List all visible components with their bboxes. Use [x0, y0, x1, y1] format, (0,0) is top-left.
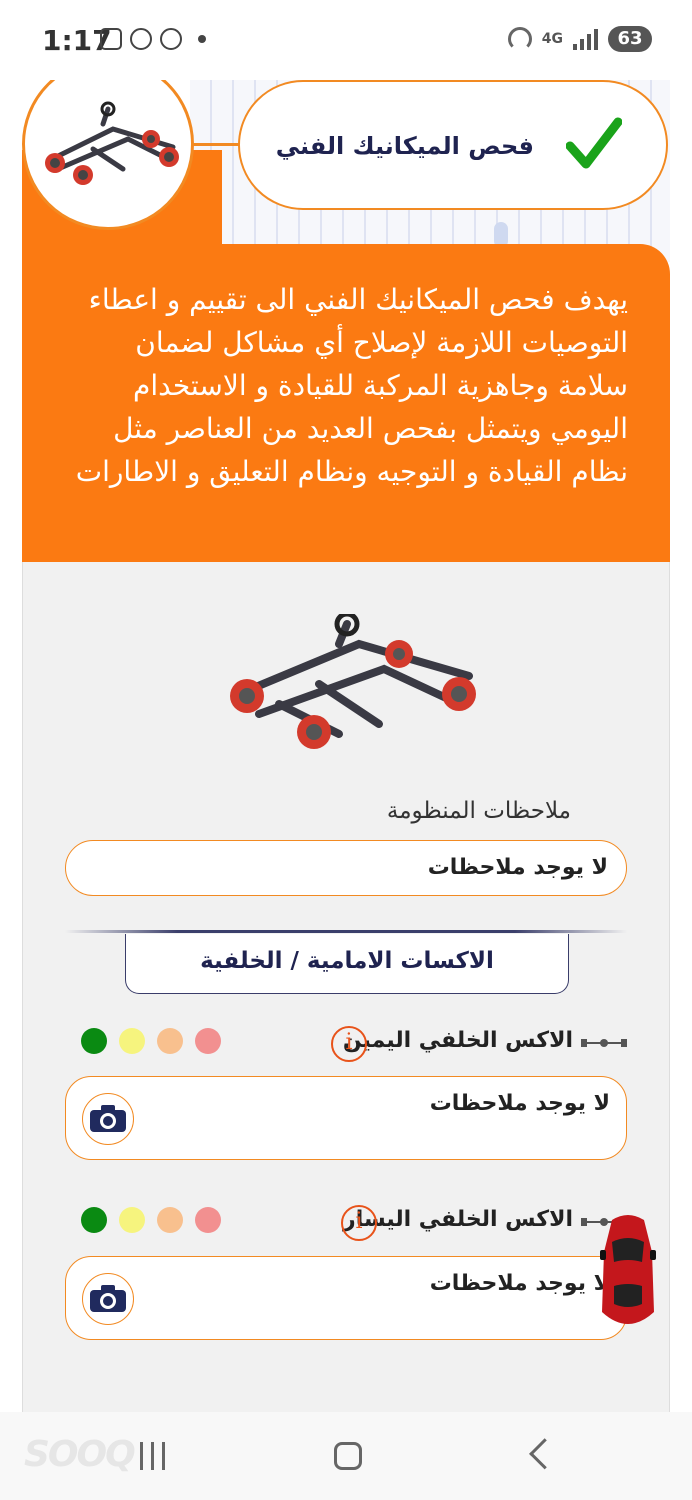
viber-icon	[160, 28, 182, 50]
content-panel: ملاحظات المنظومة لا يوجد ملاحظات الاكسات…	[22, 562, 670, 1422]
info-icon[interactable]: i	[331, 1026, 367, 1062]
item-note-value: لا يوجد ملاحظات	[429, 1091, 610, 1116]
back-button[interactable]	[529, 1438, 561, 1470]
status-green-dot[interactable]	[81, 1207, 107, 1233]
chassis-icon	[45, 101, 179, 185]
item-label: الاكس الخلفي اليمين	[342, 1028, 573, 1053]
car-floating-icon[interactable]	[598, 1212, 658, 1332]
hotspot-icon	[507, 27, 532, 51]
signal-icon	[573, 28, 598, 50]
item-note-value: لا يوجد ملاحظات	[429, 1271, 610, 1296]
checkmark-icon	[566, 117, 622, 169]
more-notifications-icon	[198, 35, 206, 43]
system-notes-label: ملاحظات المنظومة	[386, 798, 571, 824]
header-connector	[190, 143, 242, 146]
status-orange-dot[interactable]	[157, 1207, 183, 1233]
status-lights	[81, 1207, 221, 1233]
recent-apps-button[interactable]	[140, 1442, 165, 1470]
status-red-dot[interactable]	[195, 1028, 221, 1054]
system-icons: 4G 63	[507, 26, 652, 52]
description-card: يهدف فحص الميكانيك الفني الى تقييم و اعط…	[22, 244, 670, 562]
section-tab: الاكسات الامامية / الخلفية	[125, 934, 569, 994]
status-bar: 1:17 4G 63	[0, 0, 692, 80]
system-notes-value: لا يوجد ملاحظات	[427, 855, 608, 880]
system-notes-field[interactable]: لا يوجد ملاحظات	[65, 840, 627, 896]
chassis-image	[230, 614, 476, 749]
status-yellow-dot[interactable]	[119, 1207, 145, 1233]
item-note-field[interactable]: لا يوجد ملاحظات	[65, 1256, 627, 1340]
status-red-dot[interactable]	[195, 1207, 221, 1233]
system-nav-bar: SOOQ	[0, 1412, 692, 1500]
battery-indicator: 63	[608, 26, 652, 52]
status-yellow-dot[interactable]	[119, 1028, 145, 1054]
notification-icons	[100, 28, 206, 50]
camera-button[interactable]	[82, 1273, 134, 1325]
home-button[interactable]	[334, 1442, 362, 1470]
screenshot-icon	[100, 28, 122, 50]
item-note-field[interactable]: لا يوجد ملاحظات	[65, 1076, 627, 1160]
status-green-dot[interactable]	[81, 1028, 107, 1054]
section-title-pill: فحص الميكانيك الفني	[238, 80, 668, 210]
inspection-item-rear-right: الاكس الخلفي اليمين i	[65, 1024, 627, 1064]
watermark-logo: SOOQ	[24, 1434, 136, 1475]
section-divider	[65, 930, 627, 933]
camera-button[interactable]	[82, 1093, 134, 1145]
item-label: الاكس الخلفي اليسار	[343, 1207, 573, 1232]
description-text: يهدف فحص الميكانيك الفني الى تقييم و اعط…	[75, 283, 628, 488]
section-avatar	[22, 58, 194, 230]
status-orange-dot[interactable]	[157, 1028, 183, 1054]
info-icon[interactable]: i	[341, 1205, 377, 1241]
status-lights	[81, 1028, 221, 1054]
section-tab-title: الاكسات الامامية / الخلفية	[200, 948, 494, 974]
section-title: فحص الميكانيك الفني	[275, 132, 534, 160]
network-type: 4G	[541, 30, 563, 47]
camera-icon	[90, 1105, 126, 1132]
axle-icon	[581, 1039, 627, 1047]
whatsapp-icon	[130, 28, 152, 50]
inspection-item-rear-left: الاكس الخلفي اليسار i	[65, 1203, 627, 1243]
camera-icon	[90, 1285, 126, 1312]
screen: 1:17 4G 63 فحص الميكانيك الفني يهدف فحص …	[0, 0, 692, 1500]
